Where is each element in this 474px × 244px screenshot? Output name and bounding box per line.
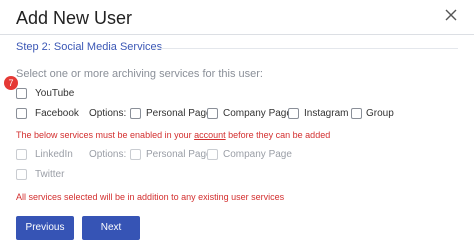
header-divider [0,34,474,35]
notice-prefix: The below services must be enabled in yo… [16,130,195,140]
linkedin-personal-page-checkbox [130,149,141,160]
facebook-options-label: Options: [89,108,127,119]
facebook-checkbox[interactable] [16,108,27,119]
twitter-label: Twitter [35,169,65,180]
linkedin-company-page-checkbox [207,149,218,160]
dialog-title: Add New User [16,8,133,28]
facebook-personal-page-checkbox[interactable] [130,108,141,119]
group-checkbox[interactable] [351,108,362,119]
next-button[interactable]: Next [82,216,140,240]
facebook-company-page-checkbox[interactable] [207,108,218,119]
step-heading: Step 2: Social Media Services [16,41,163,53]
instagram-checkbox[interactable] [288,108,299,119]
previous-button[interactable]: Previous [16,216,74,240]
enable-services-notice: The below services must be enabled in yo… [16,130,330,140]
twitter-checkbox [16,169,27,180]
linkedin-checkbox [16,149,27,160]
account-link[interactable]: account [194,130,226,140]
notice-suffix: before they can be added [225,130,331,140]
group-label: Group [366,108,394,119]
instagram-label: Instagram [304,108,349,119]
instruction-text: Select one or more archiving services fo… [16,68,263,80]
youtube-checkbox[interactable] [16,88,27,99]
linkedin-label: LinkedIn [35,149,73,160]
close-icon[interactable] [444,8,458,22]
linkedin-personal-page-label: Personal Page [146,149,212,160]
linkedin-company-page-label: Company Page [223,149,292,160]
youtube-label: YouTube [35,88,75,99]
footer-note: All services selected will be in additio… [16,192,285,202]
facebook-company-page-label: Company Page [223,108,292,119]
step-divider [152,48,458,49]
linkedin-options-label: Options: [89,149,127,160]
facebook-label: Facebook [35,108,79,119]
facebook-personal-page-label: Personal Page [146,108,212,119]
